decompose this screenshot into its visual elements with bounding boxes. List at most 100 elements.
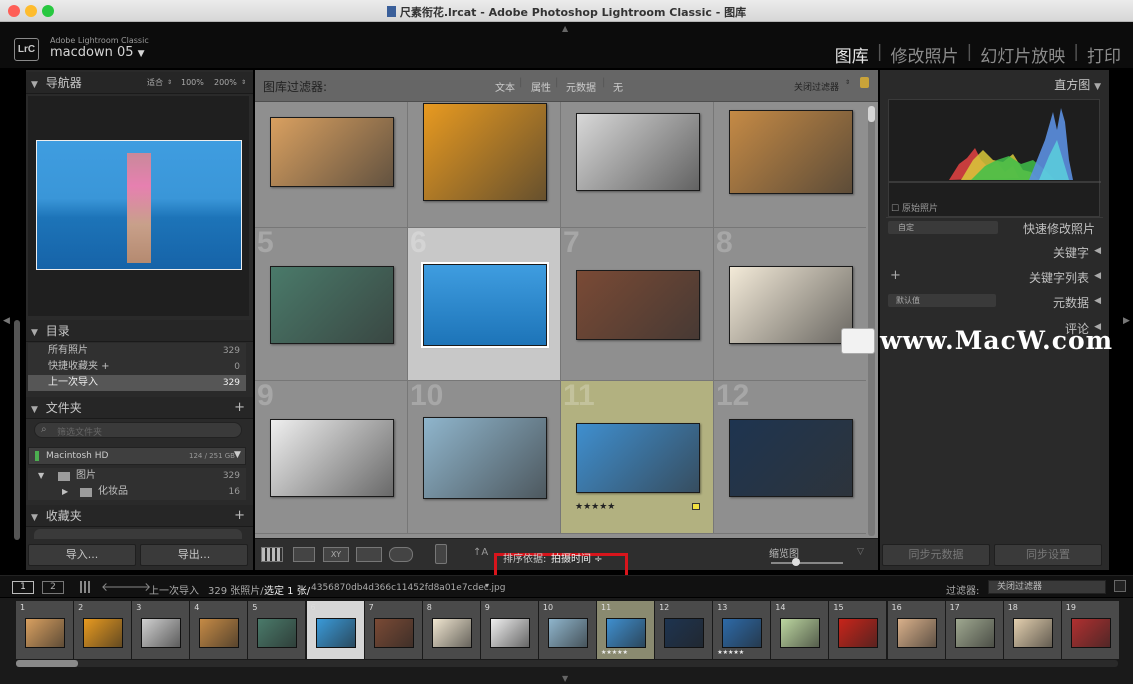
photo-thumbnail[interactable] [420, 261, 549, 348]
add-collection-button[interactable]: + [234, 505, 245, 527]
secondary-window-button[interactable]: 2 [42, 581, 64, 594]
toolbar-menu-icon[interactable]: ▽ [857, 547, 864, 557]
forward-arrow-icon[interactable]: 🡒 [119, 579, 151, 594]
filter-tab-none[interactable]: 无 [613, 79, 623, 94]
catalog-item-quick[interactable]: 快捷收藏夹 +0 [28, 359, 246, 375]
module-print[interactable]: 打印 [1087, 42, 1121, 67]
filmstrip-thumbnail[interactable] [25, 618, 65, 648]
metadata-header[interactable]: 元数据 [1053, 294, 1089, 311]
filmstrip-item[interactable]: 5 [248, 601, 306, 659]
grid-cell[interactable] [561, 102, 714, 228]
module-develop[interactable]: 修改照片 [891, 42, 959, 67]
left-panel-toggle-icon[interactable]: ◀ [3, 316, 10, 326]
collapse-bottom-arrow-icon[interactable]: ▼ [562, 674, 568, 683]
filmstrip-item[interactable]: 17 [945, 601, 1003, 659]
zoom-fit[interactable]: 适合 [147, 72, 163, 94]
export-button[interactable]: 导出... [140, 544, 248, 566]
keyword-list-header[interactable]: 关键字列表 [1029, 269, 1089, 286]
add-folder-button[interactable]: + [234, 397, 245, 419]
import-button[interactable]: 导入... [28, 544, 136, 566]
photo-thumbnail[interactable] [728, 265, 853, 344]
filmstrip-thumbnail[interactable] [954, 618, 995, 648]
grid-cell[interactable]: 12 [714, 381, 866, 534]
grid-scrollbar-track[interactable] [868, 106, 875, 536]
grid-view-icon[interactable] [261, 547, 283, 562]
filmstrip-item[interactable]: 15 [829, 601, 887, 659]
lock-icon[interactable] [860, 77, 869, 88]
catalog-item-all[interactable]: 所有照片 329 [28, 343, 246, 359]
folder-search-input[interactable]: ⌕ 筛选文件夹 [34, 422, 242, 438]
keywording-header[interactable]: 关键字 [1053, 244, 1089, 261]
filter-tab-attribute[interactable]: 属性 [531, 79, 551, 94]
filmstrip-item[interactable]: 1 [16, 601, 73, 659]
filmstrip-item[interactable]: 19 [1061, 601, 1119, 659]
sort-select[interactable]: 拍摄时间 ÷ [551, 550, 603, 565]
thumbnail-size-slider-knob[interactable] [792, 558, 800, 566]
identity-plate[interactable]: macdown 05 ▼ [50, 45, 145, 60]
navigator-header[interactable]: ▼ 导航器 适合 ⇕ 100% 200% ⇕ [26, 72, 253, 94]
filter-tab-text[interactable]: 文本 [495, 79, 515, 94]
filmstrip-thumbnail[interactable] [547, 618, 588, 648]
filmstrip-thumbnail[interactable] [83, 618, 124, 648]
thumbnail-size-slider[interactable] [771, 562, 843, 564]
photo-thumbnail[interactable] [728, 418, 853, 497]
filmstrip-thumbnail[interactable] [431, 618, 472, 648]
filmstrip-item[interactable]: 18 [1003, 601, 1061, 659]
close-filter-preset[interactable]: 关闭过滤器 [794, 80, 839, 93]
filmstrip-item[interactable]: 9 [480, 601, 538, 659]
collapse-top-arrow-icon[interactable]: ▲ [562, 24, 568, 33]
grid-cell[interactable]: 11 ★★★★★ [561, 381, 714, 534]
filmstrip-thumbnail[interactable] [1012, 618, 1053, 648]
filter-tab-metadata[interactable]: 元数据 [566, 79, 596, 94]
star-rating[interactable]: ★★★★★ [575, 502, 615, 512]
filmstrip-item[interactable]: 13 ★★★★★ [713, 601, 771, 659]
sync-metadata-button[interactable]: 同步元数据 [882, 544, 990, 566]
collection-search-input[interactable] [34, 529, 242, 539]
grid-cell[interactable]: 5 [255, 228, 408, 381]
filmstrip-thumbnail[interactable] [780, 618, 821, 648]
filmstrip-thumbnail[interactable] [141, 618, 182, 648]
loupe-view-icon[interactable] [293, 547, 315, 562]
add-keyword-button[interactable]: + [890, 268, 901, 283]
module-library[interactable]: 图库 [835, 42, 869, 67]
original-photo-checkbox[interactable]: ☐ 原始照片 [891, 201, 938, 214]
filmstrip-item[interactable]: 3 [132, 601, 190, 659]
filmstrip-item[interactable]: 2 [74, 601, 132, 659]
photo-thumbnail[interactable] [422, 102, 547, 201]
left-panel-scrollbar[interactable] [14, 320, 20, 540]
grid-cell[interactable]: 8 [714, 228, 866, 381]
filmstrip-item[interactable]: 14 [771, 601, 829, 659]
filmstrip-thumbnail[interactable] [315, 618, 356, 648]
filmstrip-thumbnail[interactable] [257, 618, 298, 648]
filmstrip-thumbnail[interactable] [664, 618, 705, 648]
preset-select[interactable]: 自定 [888, 221, 998, 234]
survey-view-icon[interactable] [356, 547, 382, 562]
histogram-header[interactable]: 直方图 ▼ [1054, 76, 1101, 93]
filmstrip-thumbnail[interactable] [838, 618, 879, 648]
filmstrip-item[interactable]: 8 [422, 601, 480, 659]
grid-cell[interactable] [714, 102, 866, 228]
navigator-preview[interactable] [28, 96, 249, 316]
photo-thumbnail[interactable] [575, 112, 700, 191]
grid-cell[interactable] [408, 102, 561, 228]
filter-switch-icon[interactable] [1114, 580, 1126, 592]
folders-header[interactable]: ▼ 文件夹 + [26, 397, 253, 419]
catalog-item-last-import[interactable]: 上一次导入 329 [28, 375, 246, 391]
filmstrip-thumbnail[interactable] [1070, 618, 1111, 648]
photo-thumbnail[interactable] [728, 109, 853, 194]
filmstrip-filter-select[interactable]: 关闭过滤器 [988, 580, 1106, 594]
filmstrip-thumbnail[interactable] [606, 618, 646, 648]
catalog-header[interactable]: ▼ 目录 [26, 320, 253, 342]
filmstrip-thumbnail[interactable] [489, 618, 530, 648]
sort-direction-icon[interactable]: ↑A [473, 547, 488, 558]
module-slideshow[interactable]: 幻灯片放映 [980, 42, 1065, 67]
filmstrip-item[interactable]: 16 [887, 601, 945, 659]
filmstrip-scrollbar-thumb[interactable] [16, 660, 78, 667]
photo-thumbnail[interactable] [269, 418, 394, 497]
filmstrip-thumbnail[interactable] [722, 618, 763, 648]
source-label[interactable]: 上一次导入 [149, 582, 199, 597]
collections-header[interactable]: ▼ 收藏夹 + [26, 505, 253, 527]
quick-develop-row[interactable]: 自定 快速修改照片 [886, 217, 1103, 239]
filmstrip-item[interactable]: 12 [655, 601, 713, 659]
color-label-icon[interactable] [692, 503, 700, 510]
